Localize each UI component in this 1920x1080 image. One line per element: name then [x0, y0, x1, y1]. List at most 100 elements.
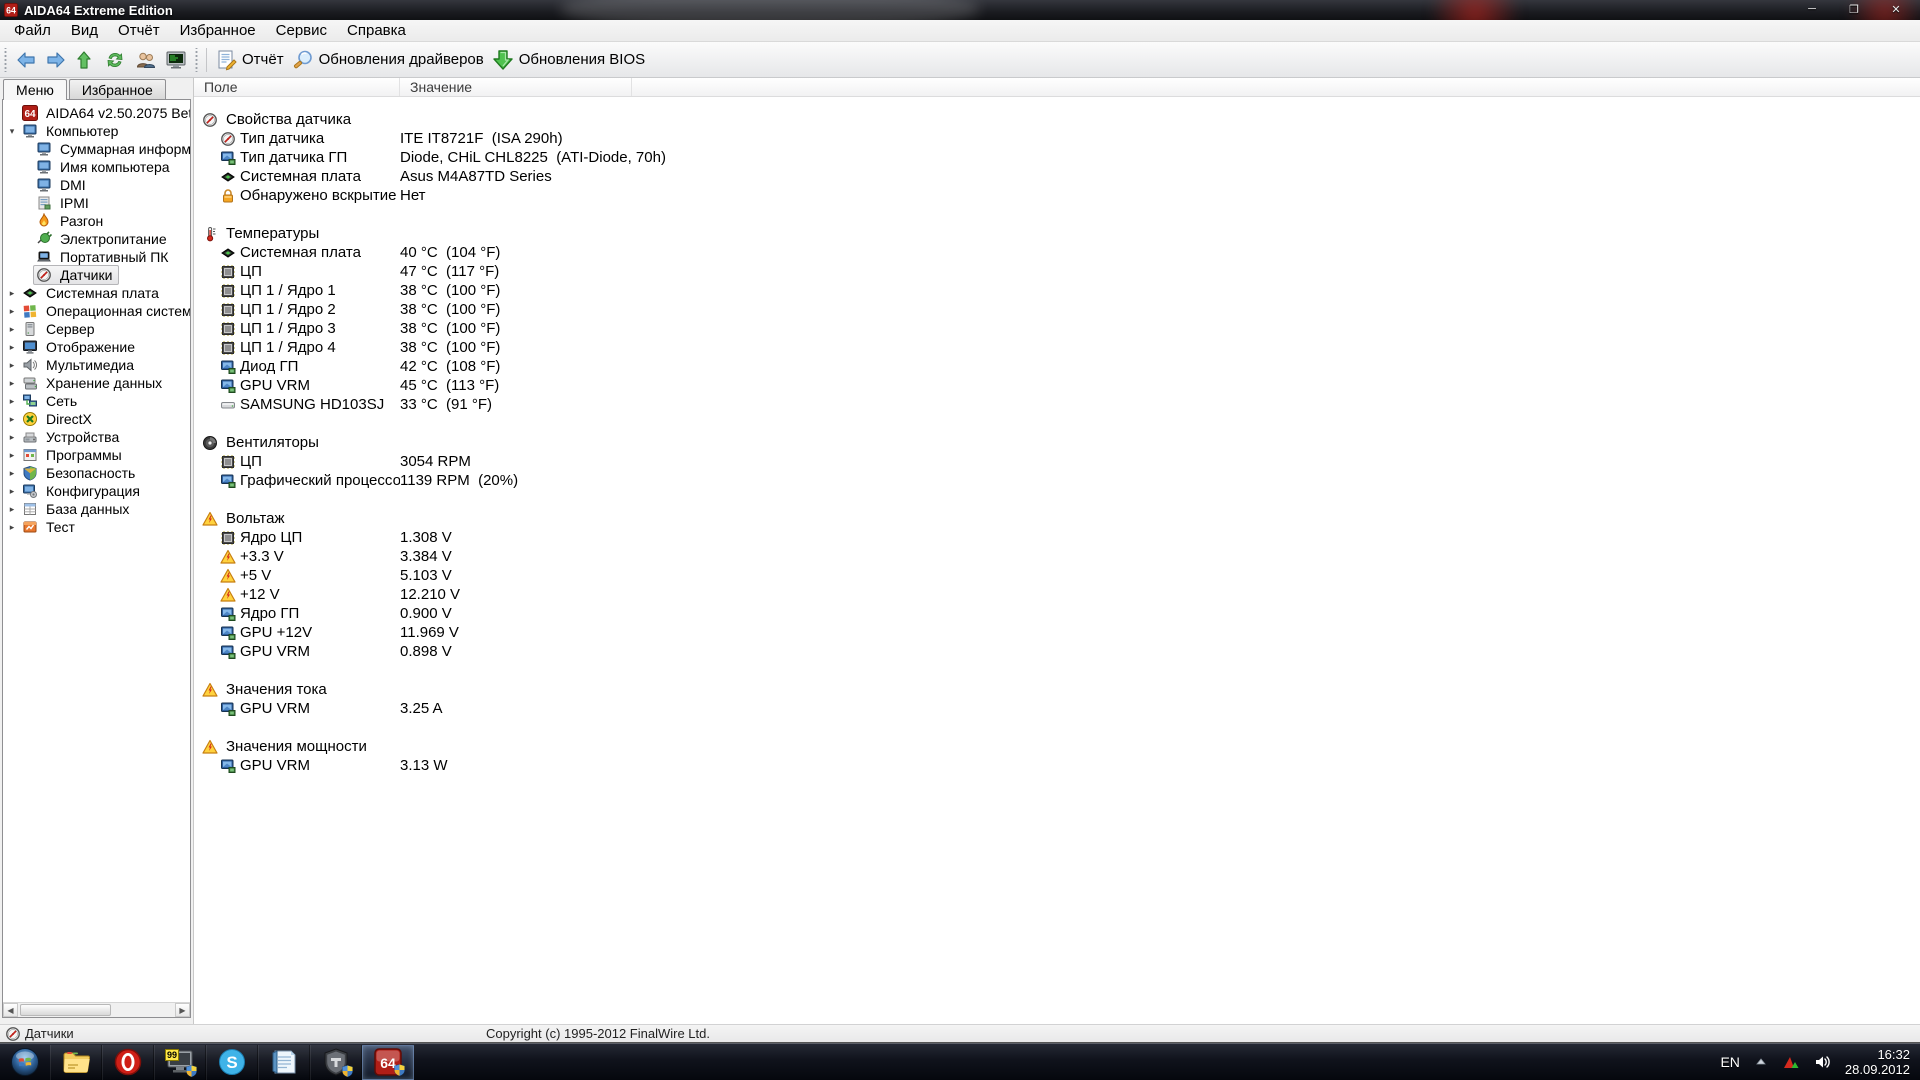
table-row[interactable]: ЦП 1 / Ядро 138 °C (100 °F)	[194, 281, 1920, 300]
tree-item[interactable]: ▸Безопасность	[5, 464, 190, 482]
table-row[interactable]: Тип датчика ГПDiode, CHiL CHL8225 (ATI-D…	[194, 148, 1920, 167]
table-row[interactable]: Ядро ГП0.900 V	[194, 604, 1920, 623]
column-header-value[interactable]: Значение	[400, 78, 632, 96]
tree-item[interactable]: ▸Мультимедиа	[5, 356, 190, 374]
toolbar-button-magnifier[interactable]: Обновления драйверов	[288, 45, 488, 75]
taskbar-clock[interactable]: 16:32 28.09.2012	[1845, 1047, 1910, 1077]
tree-item[interactable]: Имя компьютера	[5, 158, 190, 176]
refresh-button[interactable]	[101, 45, 131, 75]
tree-item[interactable]: ▸Системная плата	[5, 284, 190, 302]
tree-item[interactable]: ▸Конфигурация	[5, 482, 190, 500]
taskbar-item-aida64[interactable]: 64	[362, 1045, 414, 1080]
table-row[interactable]: GPU +12V11.969 V	[194, 623, 1920, 642]
minimize-button[interactable]: ─	[1798, 1, 1826, 17]
aida64-tray-icon[interactable]	[1782, 1055, 1800, 1069]
table-row[interactable]: Ядро ЦП1.308 V	[194, 528, 1920, 547]
chevron-right-icon[interactable]: ▸	[5, 450, 19, 461]
forward-button[interactable]	[41, 45, 71, 75]
show-hidden-icons[interactable]	[1754, 1056, 1768, 1068]
tree-item[interactable]: ▸Операционная система	[5, 302, 190, 320]
tree-item[interactable]: ▸Сеть	[5, 392, 190, 410]
tree-item[interactable]: DMI	[5, 176, 190, 194]
table-row[interactable]: SAMSUNG HD103SJ33 °C (91 °F)	[194, 395, 1920, 414]
tree-item[interactable]: ▸Тест	[5, 518, 190, 536]
table-row[interactable]: Диод ГП42 °C (108 °F)	[194, 357, 1920, 376]
toolbar-button-report[interactable]: Отчёт	[211, 45, 288, 75]
column-header-field[interactable]: Поле	[194, 78, 400, 96]
chevron-right-icon[interactable]: ▸	[5, 342, 19, 353]
table-row[interactable]: +12 V12.210 V	[194, 585, 1920, 604]
chevron-right-icon[interactable]: ▸	[5, 432, 19, 443]
table-row[interactable]: GPU VRM3.25 A	[194, 699, 1920, 718]
table-row[interactable]: Системная платаAsus M4A87TD Series	[194, 167, 1920, 186]
taskbar-item-opera[interactable]	[102, 1045, 154, 1080]
remote-monitor-button[interactable]	[161, 45, 191, 75]
chevron-right-icon[interactable]: ▸	[5, 522, 19, 533]
tree-item[interactable]: ▸Сервер	[5, 320, 190, 338]
horizontal-scrollbar[interactable]: ◀ ▶	[3, 1002, 190, 1017]
scroll-left-arrow[interactable]: ◀	[3, 1003, 18, 1017]
table-row[interactable]: Обнаружено вскрытие кор...Нет	[194, 186, 1920, 205]
table-row[interactable]: Системная плата40 °C (104 °F)	[194, 243, 1920, 262]
chevron-right-icon[interactable]: ▸	[5, 360, 19, 371]
sidebar-tab-menu[interactable]: Меню	[3, 79, 67, 100]
chevron-right-icon[interactable]: ▸	[5, 378, 19, 389]
menu-item-отчёт[interactable]: Отчёт	[108, 20, 170, 41]
tree-item[interactable]: ▸Устройства	[5, 428, 190, 446]
tree-item[interactable]: Суммарная информация	[5, 140, 190, 158]
tree-item[interactable]: Портативный ПК	[5, 248, 190, 266]
title-bar[interactable]: 64 AIDA64 Extreme Edition ─ ❐ ✕	[0, 0, 1920, 20]
table-row[interactable]: Графический процессор1139 RPM (20%)	[194, 471, 1920, 490]
users-button[interactable]	[131, 45, 161, 75]
tree-item[interactable]: Электропитание	[5, 230, 190, 248]
scrollbar-thumb[interactable]	[20, 1004, 111, 1016]
taskbar-item-explorer[interactable]	[50, 1045, 102, 1080]
chevron-right-icon[interactable]: ▸	[5, 414, 19, 425]
table-row[interactable]: ЦП47 °C (117 °F)	[194, 262, 1920, 281]
table-row[interactable]: ЦП3054 RPM	[194, 452, 1920, 471]
table-row[interactable]: GPU VRM45 °C (113 °F)	[194, 376, 1920, 395]
tree-item[interactable]: ▸Хранение данных	[5, 374, 190, 392]
chevron-right-icon[interactable]: ▸	[5, 288, 19, 299]
volume-icon[interactable]	[1814, 1054, 1831, 1070]
up-button[interactable]	[71, 45, 101, 75]
table-row[interactable]: Тип датчикаITE IT8721F (ISA 290h)	[194, 129, 1920, 148]
chevron-right-icon[interactable]: ▸	[5, 486, 19, 497]
tree-item[interactable]: ▾Компьютер	[5, 122, 190, 140]
table-row[interactable]: +5 V5.103 V	[194, 566, 1920, 585]
tree-item[interactable]: ▸База данных	[5, 500, 190, 518]
tree-item[interactable]: Разгон	[5, 212, 190, 230]
table-row[interactable]: +3.3 V3.384 V	[194, 547, 1920, 566]
menu-item-вид[interactable]: Вид	[61, 20, 108, 41]
taskbar-item-skype[interactable]: S	[206, 1045, 258, 1080]
tree-item[interactable]: ▸Отображение	[5, 338, 190, 356]
menu-item-избранное[interactable]: Избранное	[170, 20, 266, 41]
table-row[interactable]: ЦП 1 / Ядро 338 °C (100 °F)	[194, 319, 1920, 338]
sidebar-tab-favorites[interactable]: Избранное	[69, 79, 166, 99]
chevron-right-icon[interactable]: ▸	[5, 504, 19, 515]
taskbar-item-notepad[interactable]	[258, 1045, 310, 1080]
close-button[interactable]: ✕	[1882, 1, 1910, 17]
chevron-right-icon[interactable]: ▸	[5, 306, 19, 317]
taskbar-item-wot[interactable]	[310, 1045, 362, 1080]
menu-item-файл[interactable]: Файл	[4, 20, 61, 41]
scrollbar-track[interactable]	[18, 1003, 175, 1017]
scroll-right-arrow[interactable]: ▶	[175, 1003, 190, 1017]
menu-item-справка[interactable]: Справка	[337, 20, 416, 41]
chevron-right-icon[interactable]: ▸	[5, 468, 19, 479]
table-row[interactable]: GPU VRM3.13 W	[194, 756, 1920, 775]
toolbar-button-bios-down[interactable]: Обновления BIOS	[488, 45, 649, 75]
table-row[interactable]: ЦП 1 / Ядро 238 °C (100 °F)	[194, 300, 1920, 319]
taskbar-item-osd-monitor[interactable]: 99	[154, 1045, 206, 1080]
table-row[interactable]: ЦП 1 / Ядро 438 °C (100 °F)	[194, 338, 1920, 357]
tree-item[interactable]: IPMI	[5, 194, 190, 212]
table-row[interactable]: GPU VRM0.898 V	[194, 642, 1920, 661]
language-indicator[interactable]: EN	[1720, 1054, 1739, 1070]
tree-item[interactable]: ▸Программы	[5, 446, 190, 464]
tree-item[interactable]: Датчики	[5, 266, 190, 284]
tree-item[interactable]: ▸DirectX	[5, 410, 190, 428]
chevron-right-icon[interactable]: ▸	[5, 324, 19, 335]
start-button[interactable]	[0, 1043, 50, 1080]
menu-item-сервис[interactable]: Сервис	[266, 20, 337, 41]
back-button[interactable]	[11, 45, 41, 75]
